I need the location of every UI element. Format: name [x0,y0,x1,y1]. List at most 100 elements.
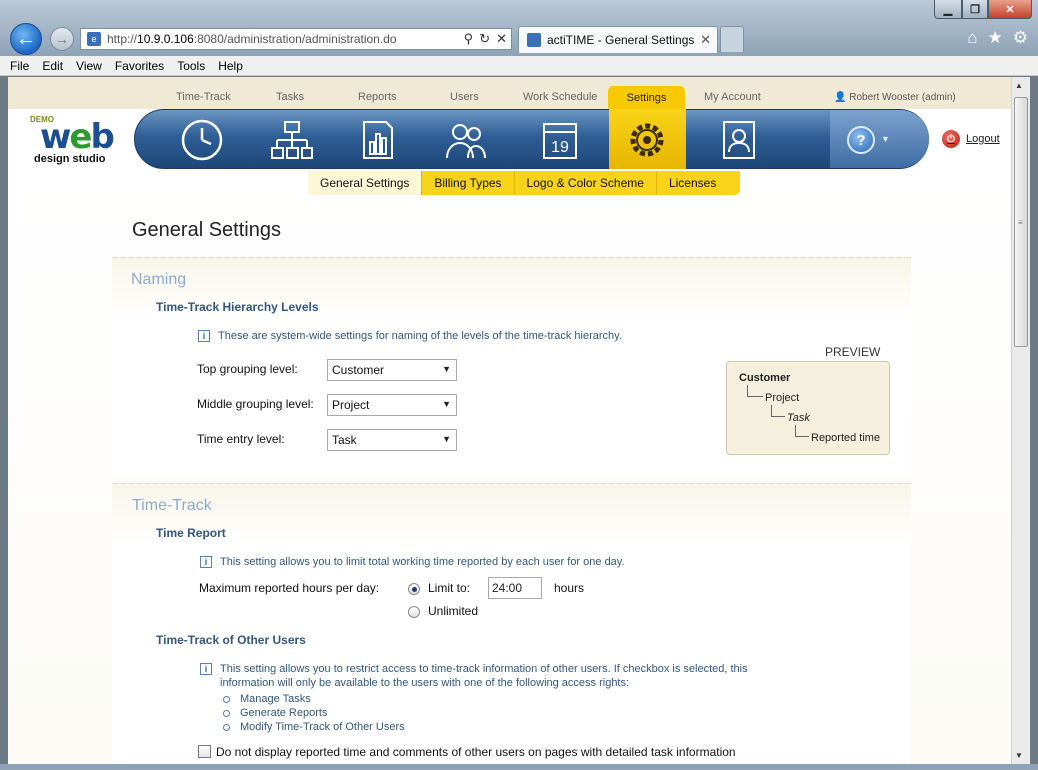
menu-bar: File Edit View Favorites Tools Help [0,56,1038,76]
top-tab-time-track[interactable]: Time-Track [176,91,231,103]
middle-level-label: Middle grouping level: [197,397,314,411]
close-window-button[interactable]: ✕ [988,0,1032,19]
preview-reported-time: Reported time [811,432,881,444]
logout-link[interactable]: ⏻ Logout [942,130,1000,148]
menu-view[interactable]: View [76,59,102,73]
menu-edit[interactable]: Edit [42,59,63,73]
tasks-hierarchy-icon[interactable] [267,116,317,164]
stop-icon[interactable]: ✕ [496,31,507,47]
top-tab-tasks[interactable]: Tasks [276,91,304,103]
help-icon[interactable]: ? [847,126,875,154]
menu-favorites[interactable]: Favorites [115,59,164,73]
reports-chart-icon[interactable] [353,116,403,164]
home-icon[interactable]: ⌂ [967,28,977,48]
unlimited-radio[interactable] [408,606,420,618]
page-viewport: Time-Track Tasks Reports Users Work Sche… [8,77,1011,764]
users-people-icon[interactable] [441,116,491,164]
time-track-clock-icon[interactable] [177,116,227,164]
top-level-label: Top grouping level: [197,362,298,376]
menu-tools[interactable]: Tools [177,59,205,73]
subtab-general-settings[interactable]: General Settings [308,171,423,195]
top-tab-settings-label: Settings [626,92,667,104]
settings-gear-icon[interactable] [622,116,672,164]
tree-connector [747,385,763,397]
info-icon: i [200,556,212,568]
back-button[interactable]: ← [10,23,42,55]
app-header: Time-Track Tasks Reports Users Work Sche… [8,77,1011,109]
scroll-down-icon[interactable]: ▼ [1015,751,1023,760]
menu-help[interactable]: Help [218,59,243,73]
company-logo: DEMO web design studio [28,111,118,167]
tab-favicon-icon [527,33,541,47]
tree-connector [795,425,809,437]
my-account-person-icon[interactable] [715,116,765,164]
top-tab-my-account[interactable]: My Account [704,91,761,103]
top-tab-work-schedule[interactable]: Work Schedule [523,91,597,103]
subtab-billing-types[interactable]: Billing Types [422,171,515,195]
favorites-star-icon[interactable]: ★ [988,28,1003,48]
search-icon[interactable]: ⚲ [464,31,474,47]
top-level-select[interactable]: Customer ▼ [327,359,457,381]
hierarchy-preview: Customer Project Task Reported time [726,361,890,455]
url-host: 10.9.0.106 [137,32,194,46]
main-nav-bar: 19 ? ▼ [134,109,929,169]
site-favicon-icon: e [87,32,101,46]
calendar-day: 19 [551,139,569,156]
subtab-logo-color-scheme[interactable]: Logo & Color Scheme [515,171,657,195]
time-report-info: i This setting allows you to limit total… [200,555,625,569]
logo-web-text: web [40,117,115,157]
top-tab-reports[interactable]: Reports [358,91,397,103]
browser-tab[interactable]: actiTIME - General Settings ✕ [518,26,718,53]
subtab-licenses[interactable]: Licenses [657,171,728,195]
current-user-name: Robert Wooster (admin) [849,92,956,103]
limit-label: Limit to: [428,581,471,595]
naming-section-title: Naming [131,271,187,288]
user-icon: 👤 [834,92,847,103]
new-tab-button[interactable] [720,26,744,52]
chevron-down-icon: ▼ [442,399,451,409]
settings-sub-nav: General Settings Billing Types Logo & Co… [308,171,740,195]
scroll-up-icon[interactable]: ▲ [1015,81,1023,90]
page-scrollbar[interactable]: ▲ ≡ ▼ [1011,77,1030,764]
refresh-icon[interactable]: ↻ [479,31,490,47]
help-dropdown-arrow-icon[interactable]: ▼ [881,134,890,144]
window-controls: ▁ ❐ ✕ [934,0,1032,19]
address-bar[interactable]: e http://10.9.0.106:8080/administration/… [80,28,512,50]
work-schedule-calendar-icon[interactable]: 19 [535,116,585,164]
hide-other-users-label: Do not display reported time and comment… [216,745,736,759]
time-report-info-text: This setting allows you to limit total w… [220,556,625,568]
top-tab-users[interactable]: Users [450,91,479,103]
hierarchy-info: i These are system-wide settings for nam… [198,329,622,343]
logout-label: Logout [966,133,1000,145]
scroll-thumb[interactable]: ≡ [1014,97,1028,347]
other-users-info-line-2: information will only be available to th… [220,677,630,689]
url-prefix: http:// [107,32,138,46]
top-level-value: Customer [332,363,385,377]
page-title: General Settings [132,219,281,241]
forward-button[interactable]: → [50,27,74,51]
right-generate-reports-label: Generate Reports [240,707,328,719]
chevron-down-icon: ▼ [442,364,451,374]
menu-file[interactable]: File [10,59,29,73]
preview-project: Project [765,392,800,404]
entry-level-label: Time entry level: [197,432,285,446]
logo-letter-b: b [90,117,114,157]
hide-other-users-checkbox[interactable] [198,745,211,758]
preview-task: Task [787,412,810,424]
middle-level-value: Project [332,398,370,412]
hierarchy-info-text: These are system-wide settings for namin… [218,330,622,342]
right-manage-tasks: Manage Tasks [223,693,311,705]
nav-help-area [830,110,929,168]
time-track-section-title: Time-Track [132,497,212,514]
limit-radio[interactable] [408,583,420,595]
middle-level-select[interactable]: Project ▼ [327,394,457,416]
gear-icon[interactable]: ⚙ [1013,28,1028,48]
preview-label: PREVIEW [825,345,881,359]
maximize-button[interactable]: ❐ [962,0,988,19]
tab-close-icon[interactable]: ✕ [700,32,711,48]
other-users-info-line-1: This setting allows you to restrict acce… [220,663,748,675]
minimize-button[interactable]: ▁ [934,0,962,19]
url-path: :8080/administration/administration.do [193,32,397,46]
hours-limit-input[interactable]: 24:00 [488,577,542,599]
entry-level-select[interactable]: Task ▼ [327,429,457,451]
